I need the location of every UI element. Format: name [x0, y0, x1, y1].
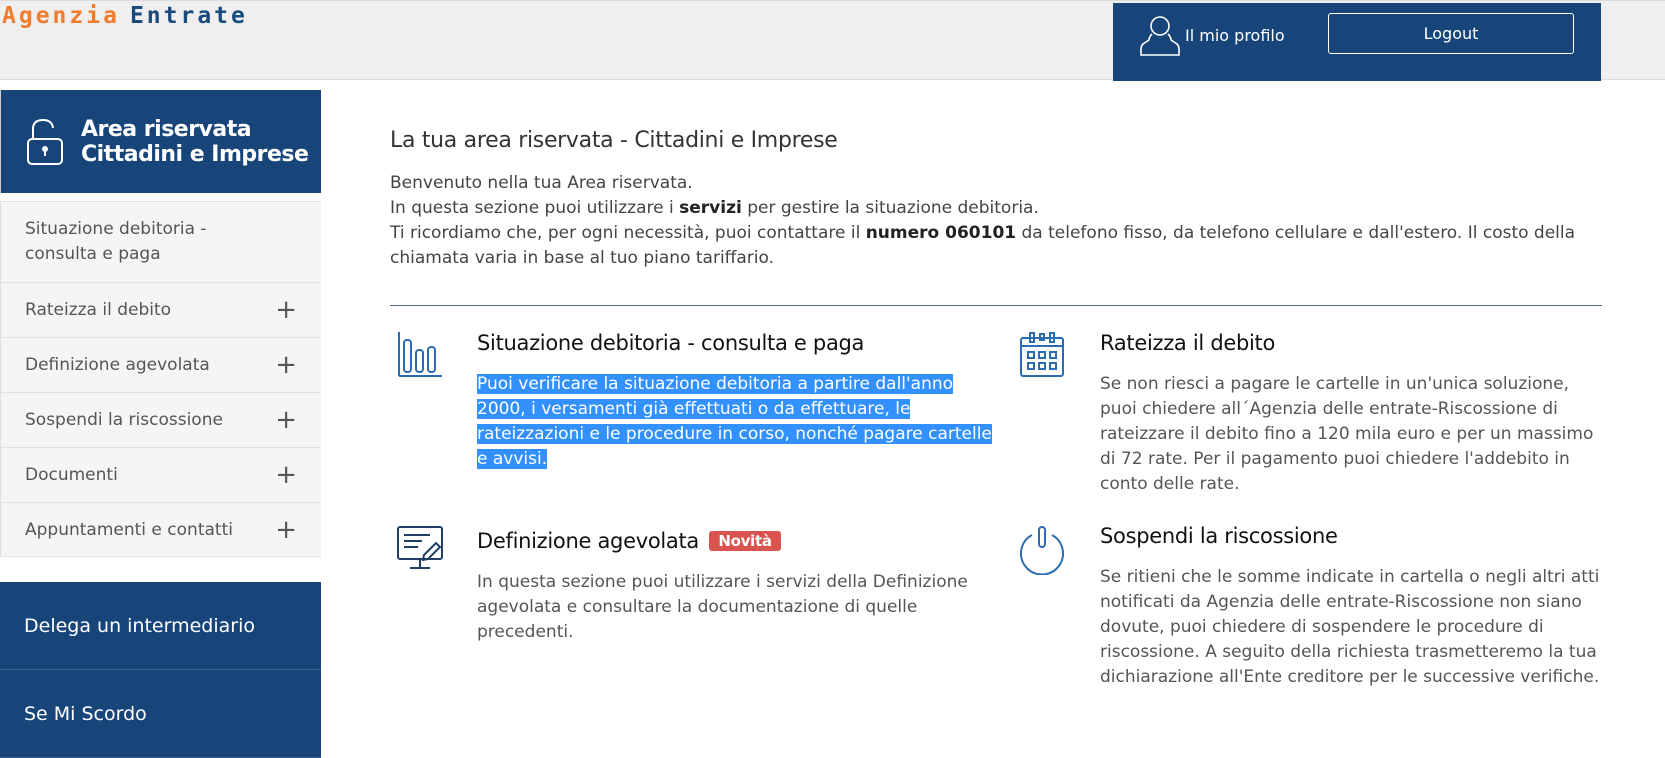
- card-definizione-agevolata[interactable]: Definizione agevolata Novità In questa s…: [477, 529, 977, 645]
- intro-line-1: Benvenuto nella tua Area riservata.: [390, 173, 693, 193]
- user-icon: [1140, 16, 1180, 56]
- main-content: La tua area riservata - Cittadini e Impr…: [390, 128, 1602, 306]
- logout-button[interactable]: Logout: [1328, 13, 1574, 54]
- card-sospendi[interactable]: Sospendi la riscossione Se ritieni che l…: [1100, 524, 1605, 690]
- intro-text-segment: Ti ricordiamo che, per ogni necessità, p…: [390, 223, 866, 243]
- card-text: In questa sezione puoi utilizzare i serv…: [477, 572, 968, 642]
- user-bar: Il mio profilo Logout: [1113, 3, 1601, 81]
- sidebar-item-label: Documenti: [25, 465, 118, 485]
- card-rateizza[interactable]: Rateizza il debito Se non riesci a pagar…: [1100, 331, 1605, 497]
- plus-icon[interactable]: +: [275, 407, 297, 433]
- card-text: Se non riesci a pagare le cartelle in un…: [1100, 374, 1594, 494]
- monitor-edit-icon: [397, 526, 443, 569]
- sidebar-item-label: Situazione debitoria - consulta e paga: [25, 219, 207, 264]
- power-icon: [1020, 526, 1064, 575]
- sidebar-item-sospendi[interactable]: Sospendi la riscossione +: [1, 392, 321, 447]
- profile-link[interactable]: Il mio profilo: [1138, 13, 1285, 57]
- logo-text-entrate: Entrate: [129, 3, 248, 29]
- unlock-icon: [27, 118, 63, 165]
- card-title[interactable]: Rateizza il debito: [1100, 331, 1605, 355]
- sidebar-menu: Situazione debitoria - consulta e paga R…: [0, 201, 321, 557]
- bar-chart-icon: [398, 332, 442, 377]
- sidebar-item-label: Rateizza il debito: [25, 300, 172, 320]
- delega-intermediario-link[interactable]: Delega un intermediario: [0, 582, 321, 670]
- card-text: Puoi verificare la situazione debitoria …: [477, 372, 997, 472]
- selected-text: Puoi verificare la situazione debitoria …: [477, 374, 992, 469]
- card-title-text: Definizione agevolata: [477, 529, 699, 553]
- area-title-line2: Cittadini e Imprese: [81, 141, 309, 167]
- intro-text-segment: In questa sezione puoi utilizzare i: [390, 198, 680, 218]
- area-riservata-box: Area riservata Cittadini e Imprese: [0, 90, 321, 193]
- top-header: Agenzia Entrate Il mio profilo Logout: [0, 0, 1665, 81]
- new-badge: Novità: [709, 531, 781, 551]
- section-divider: [390, 305, 1602, 306]
- sidebar-item-definizione-agevolata[interactable]: Definizione agevolata +: [1, 337, 321, 392]
- intro-text: Benvenuto nella tua Area riservata. In q…: [390, 171, 1602, 271]
- intro-text-segment: per gestire la situazione debitoria.: [741, 198, 1039, 218]
- sidebar-item-situazione-debitoria[interactable]: Situazione debitoria - consulta e paga: [1, 201, 321, 282]
- card-text: Se ritieni che le somme indicate in cart…: [1100, 567, 1600, 687]
- calendar-icon: [1020, 332, 1064, 377]
- intro-line-2: In questa sezione puoi utilizzare i serv…: [390, 196, 1602, 221]
- sidebar-item-documenti[interactable]: Documenti +: [1, 447, 321, 502]
- logo-text-agenzia: Agenzia: [2, 3, 120, 29]
- agenzia-entrate-logo[interactable]: Agenzia Entrate: [2, 3, 248, 29]
- intro-bold-servizi: servizi: [679, 198, 742, 218]
- sidebar-item-appuntamenti[interactable]: Appuntamenti e contatti +: [1, 502, 321, 557]
- plus-icon[interactable]: +: [275, 297, 297, 323]
- card-title[interactable]: Situazione debitoria - consulta e paga: [477, 331, 997, 355]
- page-title: La tua area riservata - Cittadini e Impr…: [390, 128, 838, 153]
- sidebar: Area riservata Cittadini e Imprese Situa…: [0, 90, 321, 758]
- card-title[interactable]: Definizione agevolata Novità: [477, 529, 977, 553]
- plus-icon[interactable]: +: [275, 517, 297, 543]
- card-situazione-debitoria[interactable]: Situazione debitoria - consulta e paga P…: [477, 331, 997, 472]
- sidebar-item-label: Definizione agevolata: [25, 355, 210, 375]
- se-mi-scordo-link[interactable]: Se Mi Scordo: [0, 670, 321, 758]
- sidebar-item-rateizza[interactable]: Rateizza il debito +: [1, 282, 321, 337]
- area-title: Area riservata Cittadini e Imprese: [81, 116, 309, 167]
- intro-bold-numero: numero 060101: [865, 223, 1017, 243]
- plus-icon[interactable]: +: [275, 352, 297, 378]
- profile-label: Il mio profilo: [1185, 25, 1285, 45]
- area-title-line1: Area riservata: [81, 116, 252, 142]
- sidebar-item-label: Appuntamenti e contatti: [25, 519, 233, 540]
- card-title[interactable]: Sospendi la riscossione: [1100, 524, 1605, 548]
- sidebar-item-label: Sospendi la riscossione: [25, 410, 223, 430]
- sidebar-blue-links: Delega un intermediario Se Mi Scordo: [0, 582, 321, 758]
- intro-line-3: Ti ricordiamo che, per ogni necessità, p…: [390, 221, 1602, 271]
- plus-icon[interactable]: +: [275, 462, 297, 488]
